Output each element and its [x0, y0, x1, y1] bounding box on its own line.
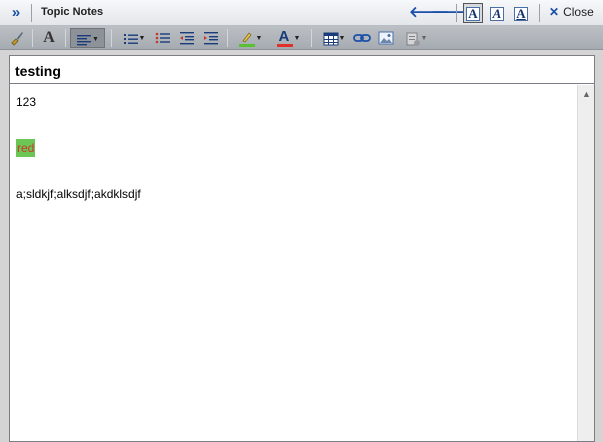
- mode-separator: [539, 4, 540, 22]
- toolbar-separator: [111, 29, 112, 47]
- toolbar-separator: [65, 29, 66, 47]
- toolbar-separator: [311, 29, 312, 47]
- bullet-list-button[interactable]: [153, 28, 173, 48]
- outdent-button[interactable]: [177, 28, 197, 48]
- scroll-up-icon[interactable]: ▲: [582, 89, 591, 99]
- image-icon: [378, 31, 394, 45]
- font-color-icon: A: [276, 28, 294, 48]
- toolbar-separator: [227, 29, 228, 47]
- close-icon: ✕: [549, 5, 560, 19]
- font-color-swatch: [276, 43, 293, 47]
- note-line[interactable]: 123: [16, 95, 571, 141]
- chevron-down-icon: ▼: [92, 35, 99, 43]
- highlighter-icon: [238, 32, 255, 47]
- note-editor[interactable]: testing 123 red a;sldkjf;alksdjf;akdklsd…: [9, 55, 595, 442]
- font-icon: A: [43, 29, 55, 46]
- edit-mode-icon: A: [490, 7, 504, 21]
- chevron-down-icon: ▼: [138, 34, 146, 42]
- note-title[interactable]: testing: [10, 56, 594, 84]
- title-bar: » Topic Notes 🡐 🡒 A A A ✕ Close: [0, 0, 603, 26]
- bullet-list-icon: [155, 32, 170, 44]
- chevron-down-icon: ▼: [293, 34, 301, 42]
- chevron-down-icon: ▼: [255, 34, 263, 42]
- insert-image-button[interactable]: [376, 28, 396, 48]
- formatting-toolbar: A ▼ ▼ ▼ A ▼ ▼ ▼: [0, 26, 603, 50]
- highlighted-text[interactable]: red: [16, 139, 36, 157]
- attachment-icon: [406, 32, 420, 46]
- format-mode-button[interactable]: A: [511, 3, 531, 23]
- table-icon: [323, 32, 339, 46]
- panel-title: Topic Notes: [41, 6, 104, 18]
- chevron-down-icon: ▼: [338, 34, 346, 42]
- title-separator: [31, 4, 32, 22]
- align-dropdown[interactable]: ▼: [70, 28, 105, 48]
- view-mode-button[interactable]: A: [463, 3, 483, 23]
- toolbar-separator: [32, 29, 33, 47]
- note-body[interactable]: 123 red a;sldkjf;alksdjf;akdklsdjf: [10, 85, 577, 441]
- align-left-icon: [77, 34, 92, 46]
- close-button[interactable]: ✕ Close: [549, 5, 594, 19]
- forward-arrow-icon[interactable]: 🡒: [431, 3, 471, 23]
- nav-separator: [456, 4, 457, 22]
- table-dropdown[interactable]: ▼: [318, 28, 350, 48]
- outdent-icon: [180, 32, 194, 45]
- vertical-scrollbar[interactable]: ▲: [577, 85, 594, 441]
- expand-panel-icon[interactable]: »: [6, 4, 24, 22]
- highlight-color-dropdown[interactable]: ▼: [234, 28, 266, 48]
- close-label: Close: [563, 5, 594, 19]
- link-icon: [353, 34, 371, 42]
- edit-mode-button[interactable]: A: [487, 3, 507, 23]
- back-arrow-icon[interactable]: 🡐: [409, 3, 449, 23]
- attachment-dropdown[interactable]: ▼: [400, 28, 432, 48]
- view-mode-icon: A: [466, 7, 480, 21]
- numbered-list-dropdown[interactable]: ▼: [118, 28, 150, 48]
- numbered-list-icon: [123, 33, 138, 44]
- chevron-down-icon: ▼: [420, 34, 428, 42]
- indent-icon: [204, 32, 218, 45]
- insert-link-button[interactable]: [352, 28, 372, 48]
- format-mode-icon: A: [514, 7, 528, 21]
- indent-button[interactable]: [201, 28, 221, 48]
- note-line[interactable]: a;sldkjf;alksdjf;akdklsdjf: [16, 187, 571, 233]
- font-button[interactable]: A: [38, 28, 60, 48]
- note-line[interactable]: red: [16, 139, 571, 187]
- font-color-dropdown[interactable]: A ▼: [272, 28, 304, 48]
- brush-icon: [11, 32, 23, 46]
- clear-formatting-button[interactable]: [7, 28, 27, 48]
